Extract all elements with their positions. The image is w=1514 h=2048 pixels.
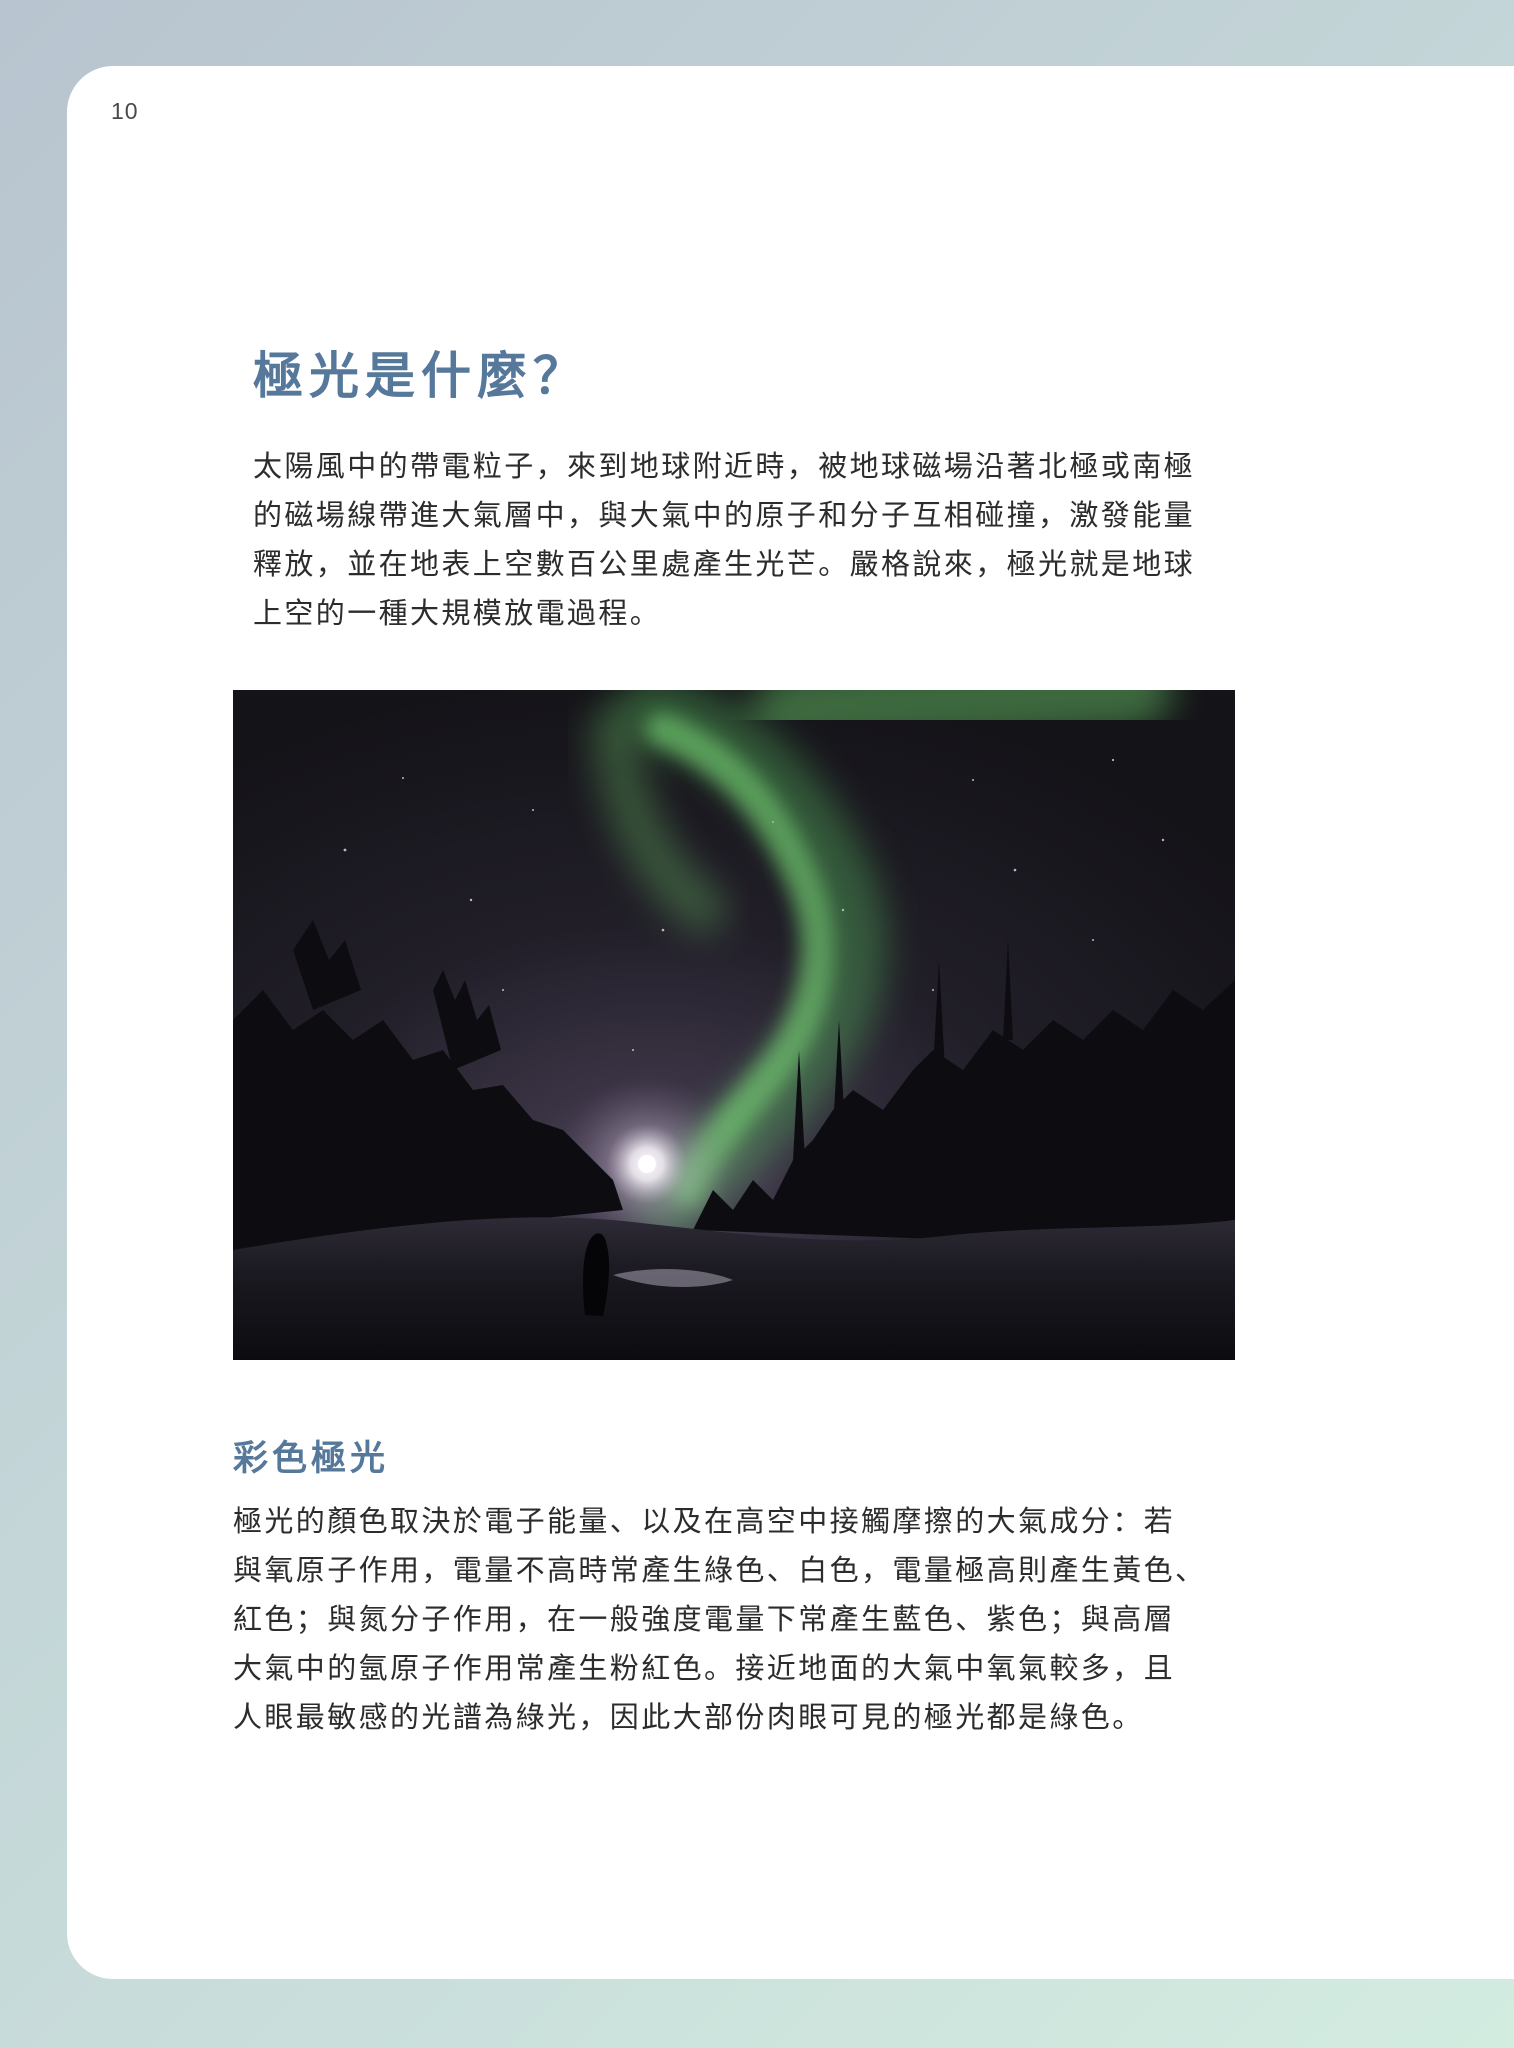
aurora-photo xyxy=(233,690,1235,1360)
subsection-title: 彩色極光 xyxy=(233,1438,390,1479)
color-paragraph: 極光的顏色取決於電子能量、以及在高空中接觸摩擦的大氣成分：若 與氧原子作用，電量… xyxy=(233,1504,1207,1734)
page-panel: 10 極光是什麼？ 太陽風中的帶電粒子，來到地球附近時，被地球磁場沿著北極或南極… xyxy=(67,66,1514,1979)
moon xyxy=(638,1155,656,1173)
aurora-photo-illustration xyxy=(233,690,1235,1360)
snowy-ground xyxy=(233,1217,1235,1360)
page-number: 10 xyxy=(111,98,139,124)
intro-paragraph: 太陽風中的帶電粒子，來到地球附近時，被地球磁場沿著北極或南極 的磁場線帶進大氣層… xyxy=(253,449,1196,630)
section-title: 極光是什麼？ xyxy=(253,346,589,405)
